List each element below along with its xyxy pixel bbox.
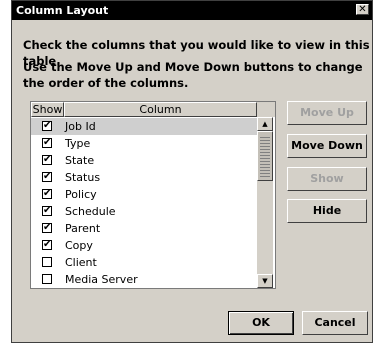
table-row[interactable]: ✔ State <box>31 152 257 169</box>
table-row[interactable]: Client <box>31 254 257 271</box>
scrollbar-thumb[interactable] <box>257 131 273 181</box>
show-checkbox[interactable]: ✔ <box>42 240 52 250</box>
column-name-cell: Media Server <box>65 273 138 286</box>
cancel-button[interactable]: Cancel <box>302 311 368 335</box>
column-name-cell: Status <box>65 171 101 184</box>
table-row[interactable]: ✔ Parent <box>31 220 257 237</box>
vertical-scrollbar[interactable]: ▲ ▼ <box>257 117 273 288</box>
column-table: Show Column ✔ Job Id ✔ Type ✔ State ✔ Status ✔ Po… <box>30 101 276 289</box>
show-checkbox[interactable] <box>42 274 52 284</box>
show-checkbox[interactable]: ✔ <box>42 138 52 148</box>
scroll-up-arrow-icon[interactable]: ▲ <box>257 117 273 131</box>
scroll-down-arrow-icon[interactable]: ▼ <box>257 274 273 288</box>
close-icon[interactable]: ✕ <box>356 4 369 15</box>
show-button[interactable]: Show <box>287 167 367 191</box>
table-header: Show Column <box>31 102 257 117</box>
table-row[interactable]: Media Server <box>31 271 257 288</box>
move-up-button[interactable]: Move Up <box>287 101 367 125</box>
move-down-button[interactable]: Move Down <box>287 134 367 158</box>
table-row[interactable]: ✔ Copy <box>31 237 257 254</box>
show-checkbox[interactable]: ✔ <box>42 121 52 131</box>
column-name-cell: Job Id <box>65 120 96 133</box>
show-checkbox[interactable]: ✔ <box>42 206 52 216</box>
header-column[interactable]: Column <box>64 102 257 117</box>
header-show[interactable]: Show <box>31 102 64 117</box>
column-name-cell: Schedule <box>65 205 116 218</box>
table-row[interactable]: ✔ Status <box>31 169 257 186</box>
show-checkbox[interactable]: ✔ <box>42 172 52 182</box>
table-row[interactable]: ✔ Job Id <box>31 118 257 135</box>
column-name-cell: Type <box>65 137 91 150</box>
table-row[interactable]: ✔ Type <box>31 135 257 152</box>
show-checkbox[interactable]: ✔ <box>42 189 52 199</box>
show-checkbox[interactable]: ✔ <box>42 223 52 233</box>
table-row[interactable]: ✔ Schedule <box>31 203 257 220</box>
column-name-cell: Policy <box>65 188 97 201</box>
column-layout-dialog: Column Layout ✕ Check the columns that y… <box>11 0 373 343</box>
title-bar: Column Layout ✕ <box>12 1 372 20</box>
show-checkbox[interactable]: ✔ <box>42 155 52 165</box>
header-filler <box>257 102 275 117</box>
ok-button[interactable]: OK <box>228 311 294 335</box>
hide-button[interactable]: Hide <box>287 199 367 223</box>
instruction-text-2: Use the Move Up and Move Down buttons to… <box>23 60 363 90</box>
show-checkbox[interactable] <box>42 257 52 267</box>
column-name-cell: Parent <box>65 222 101 235</box>
column-name-cell: Copy <box>65 239 93 252</box>
column-name-cell: State <box>65 154 95 167</box>
dialog-title: Column Layout <box>16 4 109 17</box>
table-row[interactable]: ✔ Policy <box>31 186 257 203</box>
column-name-cell: Client <box>65 256 97 269</box>
